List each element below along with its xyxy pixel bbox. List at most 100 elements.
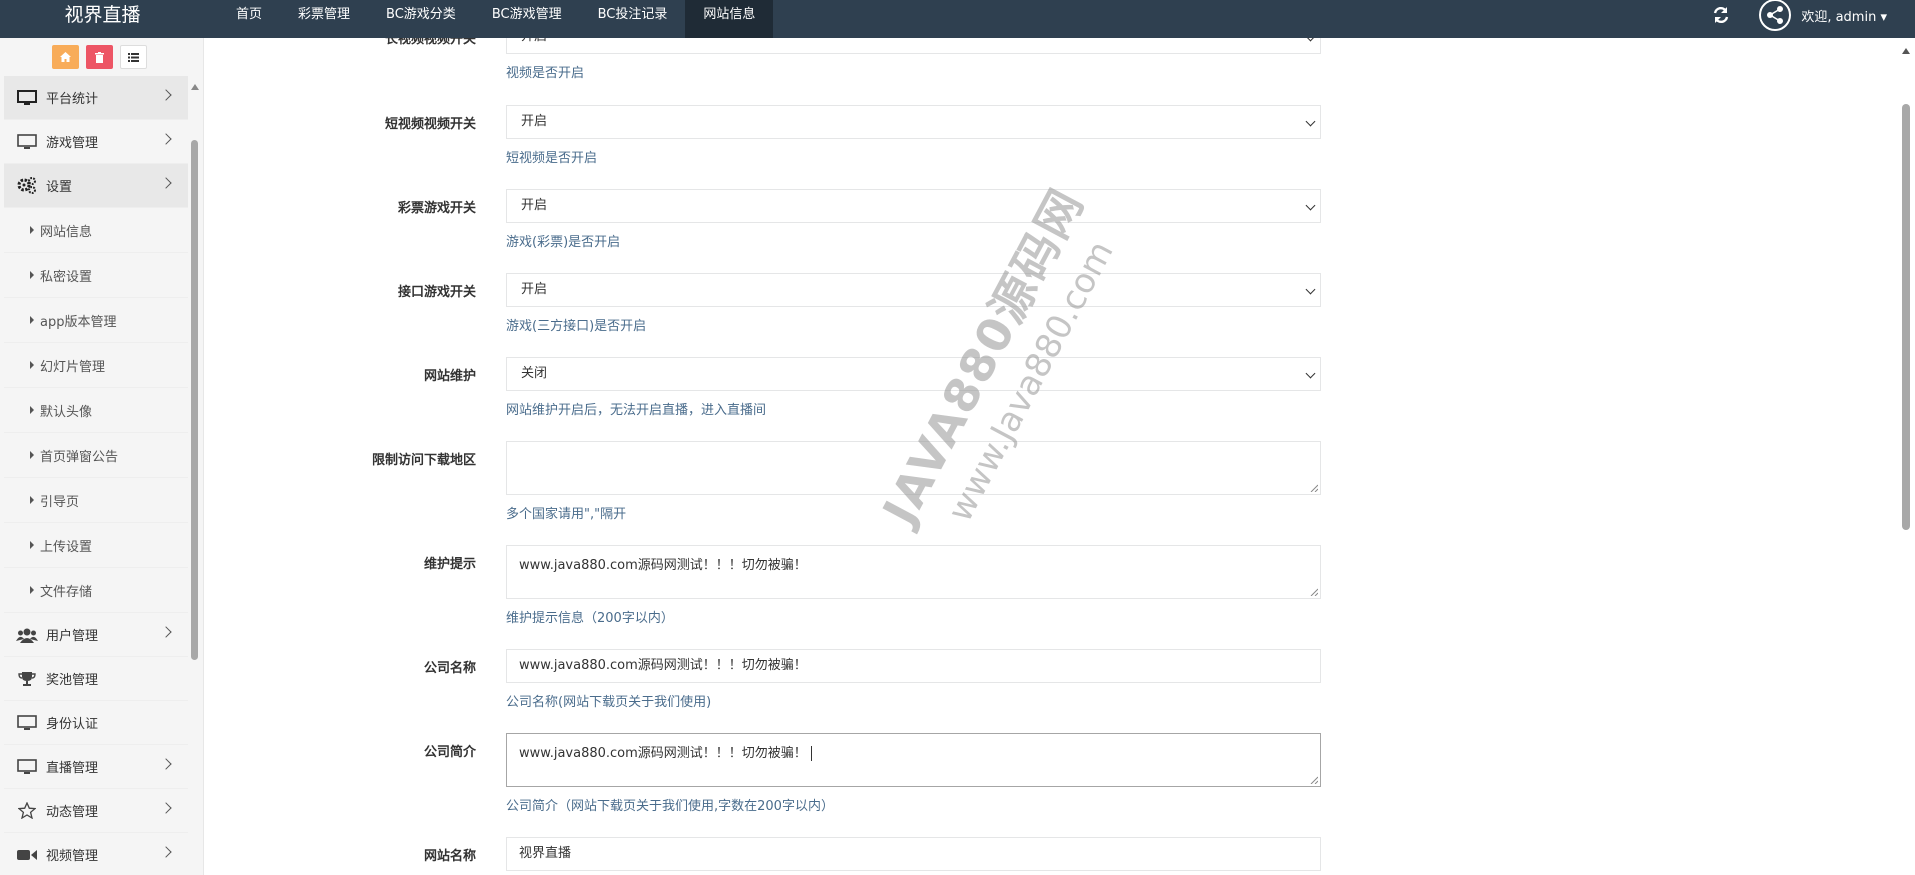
refresh-icon[interactable] <box>1711 5 1731 25</box>
sidebar-item-moments[interactable]: 动态管理 <box>4 789 188 833</box>
chevron-down-icon <box>1305 38 1316 42</box>
field-label: 网站维护 <box>423 369 476 384</box>
resize-grip-icon[interactable] <box>1310 484 1318 492</box>
company-intro-textarea[interactable]: www.java880.com源码网测试！！！切勿被骗！ <box>506 733 1321 787</box>
sidebar-subitem-label: 默认头像 <box>40 404 93 420</box>
sidebar-scrollbar-thumb[interactable] <box>191 140 198 660</box>
help-text: 游戏(三方接口)是否开启 <box>506 319 647 334</box>
home-button[interactable] <box>51 45 79 69</box>
help-text: 公司名称(网站下载页关于我们使用) <box>506 695 712 710</box>
chevron-right-icon <box>160 177 172 189</box>
sidebar-subitem-file-storage[interactable]: 文件存储 <box>4 568 188 613</box>
caret-down-icon: ▾ <box>1880 9 1887 25</box>
help-text: 游戏(彩票)是否开启 <box>506 235 621 250</box>
sidebar-item-video[interactable]: 视频管理 <box>4 833 188 875</box>
trash-icon <box>94 51 104 63</box>
short-video-switch-select[interactable]: 开启 <box>506 105 1321 139</box>
home-icon <box>59 52 71 62</box>
chevron-right-icon <box>160 133 172 145</box>
list-button[interactable] <box>119 45 147 69</box>
sidebar-subitem-app-version[interactable]: app版本管理 <box>4 298 188 343</box>
user-menu-toggle[interactable]: 欢迎, admin ▾ <box>1801 6 1887 25</box>
textarea-value: www.java880.com源码网测试！！！切勿被骗！ <box>519 746 807 761</box>
sidebar-subitem-site-info[interactable]: 网站信息 <box>4 208 188 253</box>
help-text: 公司简介（网站下载页关于我们使用,字数在200字以内） <box>506 799 834 814</box>
sidebar-subitem-slides[interactable]: 幻灯片管理 <box>4 343 188 388</box>
scroll-up-arrow-icon[interactable] <box>1902 48 1910 54</box>
sidebar-item-users[interactable]: 用户管理 <box>4 613 188 657</box>
resize-grip-icon[interactable] <box>1310 776 1318 784</box>
nav-lottery[interactable]: 彩票管理 <box>280 0 368 38</box>
nav-bc-game-category[interactable]: BC游戏分类 <box>368 0 474 38</box>
main-scrollbar[interactable] <box>1898 38 1915 875</box>
field-label: 网站名称 <box>423 849 476 864</box>
restrict-region-textarea[interactable] <box>506 441 1321 495</box>
help-text: 维护提示信息（200字以内） <box>506 611 674 626</box>
scroll-up-arrow-icon[interactable] <box>191 84 199 90</box>
monitor-icon <box>16 89 38 107</box>
sidebar-item-label: 身份认证 <box>46 717 99 732</box>
field-label: 维护提示 <box>423 557 476 572</box>
sidebar-subitem-label: 首页弹窗公告 <box>40 449 119 465</box>
caret-right-icon <box>30 361 34 369</box>
sidebar-item-jackpot[interactable]: 奖池管理 <box>4 657 188 701</box>
top-nav: 首页 彩票管理 BC游戏分类 BC游戏管理 BC投注记录 网站信息 <box>218 0 774 38</box>
main-scrollbar-thumb[interactable] <box>1902 104 1910 530</box>
sidebar: 平台统计 游戏管理 设置 网站信息 私密设置 app版本管理 幻灯片管理 默认头… <box>0 38 203 875</box>
sidebar-subitem-popup-notice[interactable]: 首页弹窗公告 <box>4 433 188 478</box>
sidebar-item-label: 平台统计 <box>46 92 99 107</box>
sidebar-item-game-manage[interactable]: 游戏管理 <box>4 120 188 164</box>
nav-bc-game-manage[interactable]: BC游戏管理 <box>474 0 580 38</box>
avatar[interactable] <box>1759 0 1792 31</box>
top-navbar: 视界直播 首页 彩票管理 BC游戏分类 BC游戏管理 BC投注记录 网站信息 欢… <box>0 0 1915 38</box>
caret-right-icon <box>30 406 34 414</box>
sidebar-item-label: 奖池管理 <box>46 673 99 688</box>
select-value: 开启 <box>521 114 548 129</box>
sidebar-subitem-upload-settings[interactable]: 上传设置 <box>4 523 188 568</box>
main-content: 长视频视频开关 开启 视频是否开启 短视频视频开关 开启 短视频是否开启 彩票游… <box>203 38 1898 875</box>
input-value: www.java880.com源码网测试！！！切勿被骗！ <box>519 658 807 673</box>
long-video-switch-select[interactable]: 开启 <box>506 38 1321 54</box>
sidebar-subitem-default-avatar[interactable]: 默认头像 <box>4 388 188 433</box>
nav-site-info[interactable]: 网站信息 <box>685 0 774 38</box>
resize-grip-icon[interactable] <box>1310 588 1318 596</box>
quick-buttons <box>4 38 188 76</box>
chevron-down-icon <box>1305 116 1316 127</box>
select-value: 开启 <box>521 198 548 213</box>
sidebar-subitem-label: 上传设置 <box>40 539 93 555</box>
sidebar-item-label: 动态管理 <box>46 805 99 820</box>
sidebar-subitem-label: 网站信息 <box>40 224 93 240</box>
share-icon <box>1767 6 1784 24</box>
lottery-switch-select[interactable]: 开启 <box>506 189 1321 223</box>
sidebar-item-settings[interactable]: 设置 <box>4 164 188 208</box>
field-label: 接口游戏开关 <box>397 285 476 300</box>
maintenance-tip-textarea[interactable]: www.java880.com源码网测试！！！切勿被骗！ <box>506 545 1321 599</box>
maintenance-switch-select[interactable]: 关闭 <box>506 357 1321 391</box>
help-text: 网站维护开启后，无法开启直播，进入直播间 <box>506 403 767 418</box>
chevron-right-icon <box>160 626 172 638</box>
sidebar-item-platform-stats[interactable]: 平台统计 <box>4 76 188 120</box>
api-game-switch-select[interactable]: 开启 <box>506 273 1321 307</box>
sidebar-item-label: 设置 <box>46 180 73 195</box>
help-text: 多个国家请用","隔开 <box>506 507 627 522</box>
select-value: 开启 <box>521 38 547 44</box>
sidebar-scrollbar[interactable] <box>190 84 199 874</box>
company-name-input[interactable]: www.java880.com源码网测试！！！切勿被骗！ <box>506 649 1321 683</box>
list-icon <box>127 52 139 62</box>
sidebar-subitem-private-settings[interactable]: 私密设置 <box>4 253 188 298</box>
nav-home[interactable]: 首页 <box>218 0 280 38</box>
site-name-input[interactable]: 视界直播 <box>506 837 1321 871</box>
clear-cache-button[interactable] <box>85 45 113 69</box>
top-right-area: 欢迎, admin ▾ <box>1711 0 1915 38</box>
sidebar-subitem-guide-page[interactable]: 引导页 <box>4 478 188 523</box>
nav-bc-bet-records[interactable]: BC投注记录 <box>580 0 686 38</box>
sidebar-item-identity[interactable]: 身份认证 <box>4 701 188 745</box>
trophy-icon <box>16 670 38 688</box>
caret-right-icon <box>30 496 34 504</box>
sidebar-item-live[interactable]: 直播管理 <box>4 745 188 789</box>
sidebar-subitem-label: 文件存储 <box>40 584 93 600</box>
field-label: 限制访问下载地区 <box>371 453 476 468</box>
gears-icon <box>16 176 38 195</box>
brand-logo[interactable]: 视界直播 <box>0 0 205 38</box>
caret-right-icon <box>30 541 34 549</box>
